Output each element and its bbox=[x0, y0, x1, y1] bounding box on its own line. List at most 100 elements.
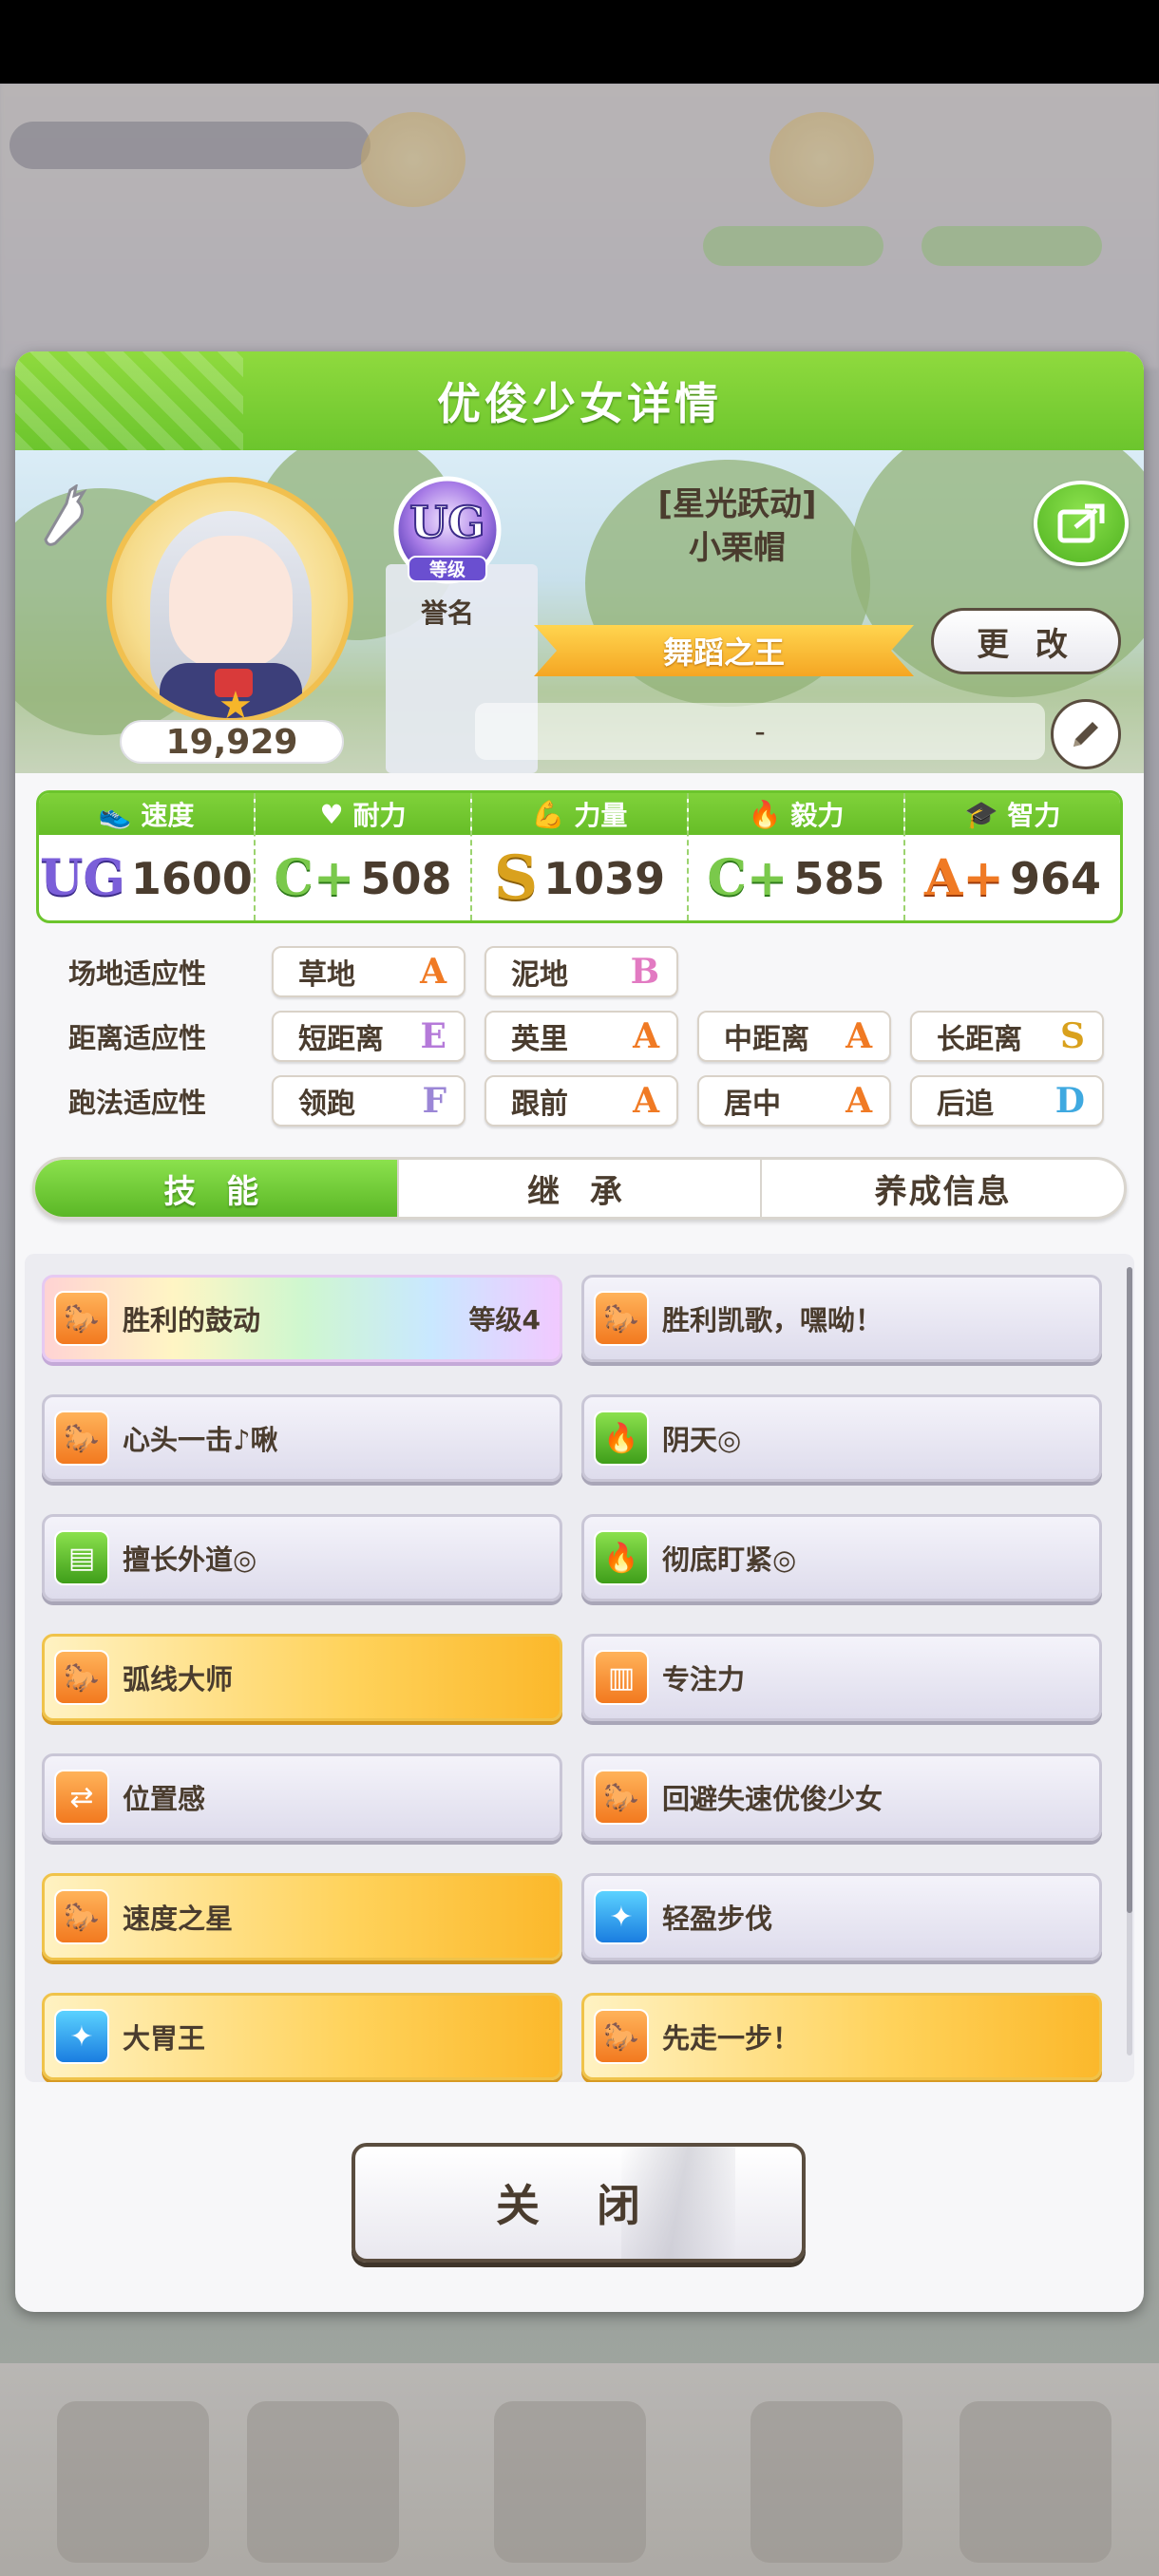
skill-name: 位置感 bbox=[123, 1783, 206, 1815]
scrollbar-thumb[interactable] bbox=[1127, 1267, 1132, 1913]
tab-skills[interactable]: 技 能 bbox=[35, 1160, 399, 1217]
aptitude-name: 中距离 bbox=[724, 1023, 809, 1056]
distance-aptitude-row: 距离适应性 短距离 E 英里 A 中距离 A 长距离 S bbox=[44, 1011, 1127, 1062]
share-button[interactable] bbox=[1034, 481, 1129, 566]
stat-guts-grade: C+ bbox=[707, 849, 788, 907]
stat-wisdom-label: 智力 bbox=[1007, 800, 1061, 831]
stat-stamina-label: 耐力 bbox=[352, 800, 407, 831]
sparkle-icon: ✦ bbox=[54, 2009, 109, 2064]
stat-wisdom-body: A+ 964 bbox=[905, 835, 1120, 920]
edit-motto-button[interactable] bbox=[1051, 699, 1121, 769]
skill-name: 专注力 bbox=[662, 1663, 746, 1695]
aptitude-grade: A bbox=[633, 1016, 659, 1056]
tab-inherit[interactable]: 继 承 bbox=[399, 1160, 763, 1217]
stat-stamina-grade: C+ bbox=[274, 849, 355, 907]
profile-banner: ★ 19,929 UG 等级 誉名 [星光跃动] 小栗帽 舞蹈之王 更 改 - bbox=[15, 450, 1144, 773]
stat-speed-header: 👟 速度 bbox=[39, 793, 254, 835]
skill-item[interactable]: 🐎 速度之星 bbox=[42, 1873, 562, 1960]
aptitude-grade: F bbox=[422, 1081, 446, 1121]
aptitude-late-surger: 居中 A bbox=[697, 1075, 891, 1127]
umamusume-detail-dialog: 优俊少女详情 ★ 19,929 UG 等级 誉名 [星光跃动] 小栗帽 舞蹈之王… bbox=[15, 351, 1144, 2312]
aptitude-grade: S bbox=[1060, 1016, 1085, 1056]
share-icon bbox=[1057, 503, 1105, 543]
aptitude-name: 跟前 bbox=[511, 1088, 568, 1121]
rank-caption: 誉名 bbox=[420, 597, 474, 629]
heart-icon: ♥ bbox=[319, 798, 344, 830]
aptitude-end-closer: 后追 D bbox=[910, 1075, 1104, 1127]
skill-item[interactable]: ✦ 轻盈步伐 bbox=[581, 1873, 1102, 1960]
character-name-block: [星光跃动] 小栗帽 bbox=[566, 483, 908, 570]
aptitude-turf: 草地 A bbox=[272, 946, 466, 997]
character-name: 小栗帽 bbox=[689, 529, 786, 567]
running-horse-icon: 🐎 bbox=[594, 2009, 649, 2064]
skill-name: 心头一击♪啾 bbox=[123, 1424, 278, 1456]
gate-icon: ▥ bbox=[594, 1650, 649, 1705]
skill-item[interactable]: 🐎 先走一步！ bbox=[581, 1993, 1102, 2080]
skill-name: 回避失速优俊少女 bbox=[662, 1783, 884, 1815]
title-banner: 舞蹈之王 bbox=[534, 625, 914, 676]
aptitude-dirt: 泥地 B bbox=[484, 946, 678, 997]
skill-item[interactable]: ✦ 大胃王 bbox=[42, 1993, 562, 2080]
shoe-icon: 👟 bbox=[98, 798, 132, 830]
stat-speed-label: 速度 bbox=[141, 800, 195, 831]
stat-table: 👟 速度 UG 1600 ♥ 耐力 C+ 508 💪 力量 S 1039 🔥 毅力 C+ 585… bbox=[36, 790, 1123, 923]
evaluation-score: 19,929 bbox=[120, 720, 344, 764]
skill-item[interactable]: 🐎 心头一击♪啾 bbox=[42, 1394, 562, 1482]
detail-tabs: 技 能 继 承 养成信息 bbox=[32, 1157, 1127, 1220]
change-title-button[interactable]: 更 改 bbox=[931, 608, 1121, 674]
aptitude-name: 短距离 bbox=[298, 1023, 384, 1056]
stat-guts-body: C+ 585 bbox=[689, 835, 903, 920]
skill-item[interactable]: 🐎 回避失速优俊少女 bbox=[581, 1753, 1102, 1841]
stat-guts-value: 585 bbox=[793, 853, 885, 904]
stat-guts-header: 🔥 毅力 bbox=[689, 793, 903, 835]
aptitude-name: 长距离 bbox=[937, 1023, 1022, 1056]
running-horse-icon: 🐎 bbox=[54, 1291, 109, 1346]
skill-list[interactable]: 🐎 胜利的鼓动 等级4 🐎 胜利凯歌，嘿呦！ 🐎 心头一击♪啾 🔥 阴天◎ ▤ … bbox=[25, 1254, 1134, 2082]
stat-stamina-body: C+ 508 bbox=[256, 835, 470, 920]
tab-training-info[interactable]: 养成信息 bbox=[762, 1160, 1124, 1217]
stat-speed-grade: UG bbox=[40, 849, 125, 907]
aptitude-mile: 英里 A bbox=[484, 1011, 678, 1062]
running-horse-icon: 🐎 bbox=[54, 1650, 109, 1705]
rank-badge-sub: 等级 bbox=[428, 559, 466, 580]
skill-item[interactable]: 🐎 弧线大师 bbox=[42, 1634, 562, 1721]
stat-power: 💪 力量 S 1039 bbox=[472, 793, 689, 920]
stat-power-header: 💪 力量 bbox=[472, 793, 687, 835]
skill-name: 轻盈步伐 bbox=[662, 1903, 773, 1935]
aptitude-grade: B bbox=[630, 952, 659, 992]
running-horse-icon: 🐎 bbox=[594, 1770, 649, 1825]
sparkle-icon: ✦ bbox=[594, 1889, 649, 1944]
stat-speed-body: UG 1600 bbox=[39, 835, 254, 920]
aptitude-medium: 中距离 A bbox=[697, 1011, 891, 1062]
flame-icon: 🔥 bbox=[594, 1530, 649, 1585]
dialog-header: 优俊少女详情 bbox=[15, 351, 1144, 450]
skill-name: 胜利凯歌，嘿呦！ bbox=[662, 1304, 884, 1336]
skill-level: 等级4 bbox=[468, 1304, 541, 1335]
rank-badge-text: UG bbox=[409, 497, 484, 548]
aptitude-front-runner: 领跑 F bbox=[272, 1075, 466, 1127]
skill-item[interactable]: ⇄ 位置感 bbox=[42, 1753, 562, 1841]
aptitude-grade: A bbox=[846, 1081, 872, 1121]
skill-item[interactable]: 🔥 彻底盯紧◎ bbox=[581, 1514, 1102, 1601]
flame-icon: 🔥 bbox=[748, 798, 782, 830]
skill-item[interactable]: ▤ 擅长外道◎ bbox=[42, 1514, 562, 1601]
header-pattern bbox=[15, 351, 243, 450]
skill-name: 彻底盯紧◎ bbox=[662, 1544, 797, 1576]
stat-power-label: 力量 bbox=[574, 800, 628, 831]
skill-item[interactable]: 🔥 阴天◎ bbox=[581, 1394, 1102, 1482]
portrait-face bbox=[169, 536, 293, 669]
aptitude-long: 长距离 S bbox=[910, 1011, 1104, 1062]
muscle-icon: 💪 bbox=[531, 798, 565, 830]
running-horse-icon: 🐎 bbox=[594, 1291, 649, 1346]
close-button[interactable]: 关 闭 bbox=[352, 2143, 806, 2263]
skill-item[interactable]: 🐎 胜利凯歌，嘿呦！ bbox=[581, 1275, 1102, 1362]
skill-item[interactable]: 🐎 胜利的鼓动 等级4 bbox=[42, 1275, 562, 1362]
aptitude-grade: A bbox=[420, 952, 446, 992]
document-icon: ▤ bbox=[54, 1530, 109, 1585]
skill-item[interactable]: ▥ 专注力 bbox=[581, 1634, 1102, 1721]
character-portrait[interactable]: ★ bbox=[106, 477, 353, 724]
running-horse-icon: 🐎 bbox=[54, 1889, 109, 1944]
stat-speed-value: 1600 bbox=[130, 853, 253, 904]
aptitude-name: 泥地 bbox=[511, 958, 568, 992]
surface-aptitude-row: 场地适应性 草地 A 泥地 B bbox=[44, 946, 1127, 997]
